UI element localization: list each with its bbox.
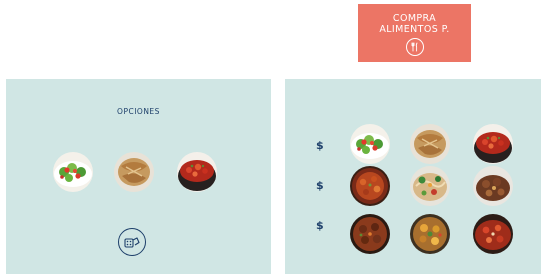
dish-beef-stew[interactable] xyxy=(473,166,513,206)
price-row-3[interactable]: $ xyxy=(316,219,324,232)
dish-tomato-stew[interactable] xyxy=(350,166,390,206)
dish-noodle-salad[interactable] xyxy=(410,166,450,206)
fork-knife-icon xyxy=(405,38,424,56)
compra-alimentos-button[interactable]: COMPRA ALIMENTOS P. xyxy=(358,4,471,62)
dice-swap-icon xyxy=(124,236,140,248)
swap-options-button[interactable] xyxy=(118,228,146,256)
price-row-1[interactable]: $ xyxy=(316,139,324,152)
dish-chicken-potatoes[interactable] xyxy=(410,214,450,254)
dish-salad[interactable] xyxy=(350,124,390,164)
alimentos-label: ALIMENTOS P. xyxy=(379,24,450,35)
menu-grid-panel: $ $ $ xyxy=(285,79,541,274)
dish-fried-chicken[interactable] xyxy=(410,124,450,164)
options-panel: OPCIONES xyxy=(6,79,271,274)
dish-meatball-stew[interactable] xyxy=(350,214,390,254)
dish-salad[interactable] xyxy=(53,152,93,192)
dish-fried-chicken[interactable] xyxy=(114,152,154,192)
dish-tomato-stew[interactable] xyxy=(473,214,513,254)
dish-tomato-stew[interactable] xyxy=(473,124,513,164)
options-title: OPCIONES xyxy=(117,107,160,116)
price-row-2[interactable]: $ xyxy=(316,179,324,192)
dish-tomato-stew[interactable] xyxy=(177,152,217,192)
compra-label: COMPRA xyxy=(392,13,437,24)
